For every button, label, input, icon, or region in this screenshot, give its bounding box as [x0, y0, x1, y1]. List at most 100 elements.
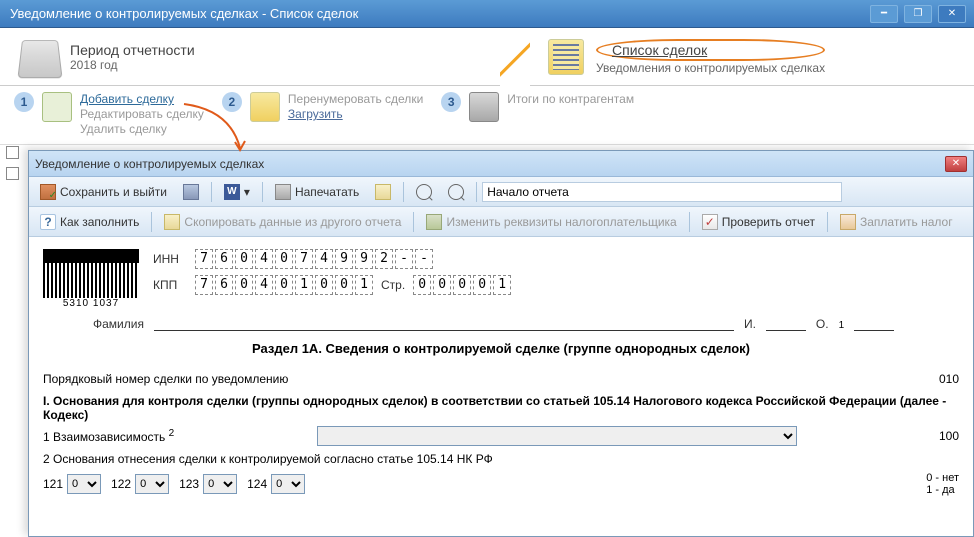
toolbar-secondary: ?Как заполнить Скопировать данные из дру… — [29, 207, 973, 237]
close-button[interactable]: ✕ — [938, 5, 966, 23]
order-label: Порядковый номер сделки по уведомлению — [43, 372, 288, 386]
edit-icon — [426, 214, 442, 230]
calendar-icon — [17, 40, 62, 78]
inner-window-titlebar: Уведомление о контролируемых сделках ✕ — [29, 151, 973, 177]
surname-input[interactable] — [154, 313, 734, 331]
interdep-select[interactable] — [317, 426, 797, 446]
grounds-label: 2 Основания отнесения сделки к контролир… — [43, 452, 959, 466]
codes-row: 1210 1220 1230 1240 0 - нет 1 - да — [43, 472, 959, 496]
surname-label: Фамилия — [93, 317, 144, 331]
pay-tax-button[interactable]: Заплатить налог — [833, 210, 960, 234]
add-deal-icon — [42, 92, 72, 122]
tab-2: 2 Перенумеровать сделки Загрузить — [222, 92, 423, 122]
toolbar-separator — [151, 212, 152, 232]
pay-icon — [840, 214, 856, 230]
initial-o-label: О. — [816, 317, 829, 331]
code-124-select[interactable]: 0 — [271, 474, 305, 494]
zoom-out-button[interactable] — [441, 180, 471, 204]
minimize-button[interactable]: ━ — [870, 5, 898, 23]
save-icon — [40, 184, 56, 200]
renumber-icon — [250, 92, 280, 122]
toolbar-separator — [211, 182, 212, 202]
initial-o-input[interactable] — [854, 313, 894, 331]
banner: Период отчетности 2018 год Список сделок… — [0, 28, 974, 86]
code-123-label: 123 — [179, 477, 199, 491]
code-121-select[interactable]: 0 — [67, 474, 101, 494]
dropdown-arrow-icon: ▾ — [244, 185, 250, 199]
period-title: Период отчетности — [70, 42, 195, 58]
check-icon: ✓ — [702, 214, 718, 230]
toolbar-separator — [403, 182, 404, 202]
section-title: Раздел 1А. Сведения о контролируемой сде… — [43, 341, 959, 356]
interdep-value: 100 — [939, 429, 959, 443]
toolbar-separator — [827, 212, 828, 232]
delete-deal-link[interactable]: Удалить сделку — [80, 122, 204, 136]
step-badge-3: 3 — [441, 92, 461, 112]
list-subtitle: Уведомления о контролируемых сделках — [596, 61, 825, 75]
zoom-in-icon — [416, 184, 432, 200]
inner-window-title: Уведомление о контролируемых сделках — [35, 157, 264, 171]
inner-window: Уведомление о контролируемых сделках ✕ С… — [28, 150, 974, 537]
kpp-boxes[interactable]: 760401001 — [195, 275, 373, 295]
renumber-link[interactable]: Перенумеровать сделки — [288, 92, 423, 106]
banner-list: Список сделок Уведомления о контролируем… — [530, 28, 843, 85]
inner-close-button[interactable]: ✕ — [945, 156, 967, 172]
toolbar-separator — [413, 212, 414, 232]
basis-heading: I. Основания для контроля сделки (группы… — [43, 394, 959, 422]
page-icon — [375, 184, 391, 200]
initial-i-label: И. — [744, 317, 756, 331]
tab-3: 3 Итоги по контрагентам — [441, 92, 634, 122]
row-checkbox[interactable] — [6, 146, 19, 159]
save-exit-button[interactable]: Сохранить и выйти — [33, 180, 174, 204]
add-deal-link[interactable]: Добавить сделку — [80, 92, 204, 106]
code-121-label: 121 — [43, 477, 63, 491]
action-bar: 1 Добавить сделку Редактировать сделку У… — [0, 86, 974, 145]
initial-i-input[interactable] — [766, 313, 806, 331]
order-value: 010 — [939, 372, 959, 386]
zoom-out-icon — [448, 184, 464, 200]
banner-chevron — [500, 28, 530, 86]
edit-requisites-button[interactable]: Изменить реквизиты налогоплательщика — [419, 210, 683, 234]
maximize-button[interactable]: ❐ — [904, 5, 932, 23]
copy-data-button[interactable]: Скопировать данные из другого отчета — [157, 210, 408, 234]
totals-link[interactable]: Итоги по контрагентам — [507, 92, 634, 106]
step-badge-2: 2 — [222, 92, 242, 112]
window-controls: ━ ❐ ✕ — [870, 5, 966, 23]
check-report-button[interactable]: ✓Проверить отчет — [695, 210, 822, 234]
outer-window-titlebar: Уведомление о контролируемых сделках - С… — [0, 0, 974, 28]
footnote-2: 2 — [169, 428, 175, 439]
zoom-in-button[interactable] — [409, 180, 439, 204]
list-icon — [548, 39, 584, 75]
load-link[interactable]: Загрузить — [288, 107, 423, 121]
code-122-select[interactable]: 0 — [135, 474, 169, 494]
section-nav-input[interactable] — [482, 182, 842, 202]
help-button[interactable]: ?Как заполнить — [33, 210, 146, 234]
list-title[interactable]: Список сделок — [596, 39, 825, 61]
codes-legend: 0 - нет 1 - да — [926, 472, 959, 496]
page-setup-button[interactable] — [368, 180, 398, 204]
row-checkbox[interactable] — [6, 167, 19, 180]
footnote-1: 1 — [839, 320, 845, 331]
inn-boxes[interactable]: 7604074992-- — [195, 249, 433, 269]
inn-label: ИНН — [153, 252, 187, 266]
interdep-label: 1 Взаимозависимость — [43, 430, 165, 444]
word-icon: W — [224, 184, 240, 200]
edit-deal-link[interactable]: Редактировать сделку — [80, 107, 204, 121]
tab-1: 1 Добавить сделку Редактировать сделку У… — [14, 92, 204, 136]
period-value: 2018 год — [70, 58, 195, 72]
toolbar-separator — [476, 182, 477, 202]
toolbar-separator — [262, 182, 263, 202]
word-button[interactable]: W▾ — [217, 180, 257, 204]
row-checkbox-strip — [6, 146, 22, 188]
banner-period: Период отчетности 2018 год — [0, 28, 500, 85]
print-button[interactable]: Напечатать — [268, 180, 366, 204]
print-icon — [275, 184, 291, 200]
toolbar-primary: Сохранить и выйти W▾ Напечатать — [29, 177, 973, 207]
question-icon: ? — [40, 214, 56, 230]
outer-window-title: Уведомление о контролируемых сделках - С… — [10, 6, 358, 21]
save-button[interactable] — [176, 180, 206, 204]
step-badge-1: 1 — [14, 92, 34, 112]
page-boxes: 00001 — [413, 275, 511, 295]
code-123-select[interactable]: 0 — [203, 474, 237, 494]
disk-icon — [183, 184, 199, 200]
